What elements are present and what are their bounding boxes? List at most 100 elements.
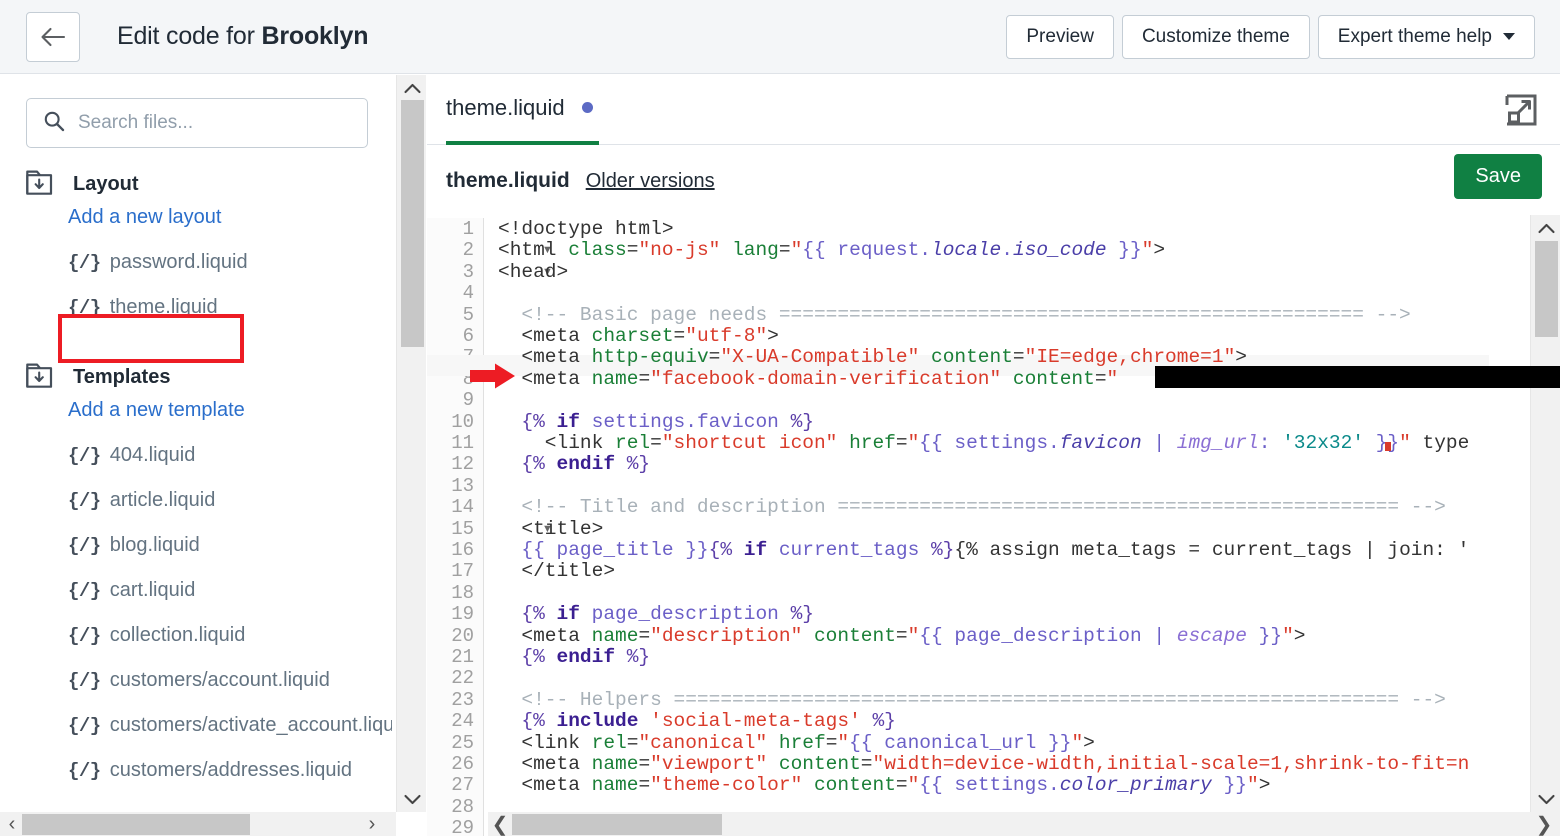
editor-horizontal-scrollbar[interactable]: ❮ ❯	[488, 812, 1560, 836]
redaction-bar	[1155, 366, 1560, 388]
chevron-down-icon[interactable]	[397, 786, 427, 812]
file-item-theme-liquid[interactable]: {/} theme.liquid	[68, 296, 392, 341]
code-line[interactable]: <!-- Title and description =============…	[498, 496, 1445, 518]
sidebar-vertical-scrollbar[interactable]	[396, 75, 426, 812]
editor-vertical-scrollbar[interactable]	[1530, 215, 1560, 812]
chevron-down-icon	[1503, 33, 1515, 40]
add-new-template-link[interactable]: Add a new template	[68, 399, 392, 444]
line-number: 2	[462, 239, 474, 262]
code-line[interactable]: <meta name="facebook-domain-verification…	[498, 368, 1118, 390]
code-line[interactable]: {% endif %}	[498, 646, 650, 668]
line-number: 19	[451, 603, 474, 626]
preview-button-label: Preview	[1026, 25, 1094, 47]
folder-group-layout[interactable]: Layout	[26, 169, 392, 200]
sidebar-horizontal-scrollbar[interactable]: ‹ ›	[0, 812, 396, 836]
liquid-file-icon: {/}	[68, 580, 101, 602]
file-item-cart-liquid[interactable]: {/} cart.liquid	[68, 579, 392, 624]
expand-maximize-icon[interactable]	[1504, 93, 1538, 132]
folder-group-templates[interactable]: Templates	[26, 362, 392, 393]
code-line[interactable]: <!-- Helpers ===========================…	[498, 689, 1445, 711]
unsaved-changes-dot-icon	[581, 102, 593, 113]
line-number: 25	[451, 731, 474, 754]
editor-filebar: theme.liquid Older versions Save	[427, 145, 1560, 217]
liquid-file-icon: {/}	[68, 670, 101, 692]
code-area[interactable]: 1234567891011121314151617181920212223242…	[427, 218, 1560, 836]
file-name: customers/account.liquid	[109, 669, 330, 691]
code-line[interactable]: <!-- Basic page needs ==================…	[498, 304, 1410, 326]
save-button[interactable]: Save	[1454, 154, 1542, 199]
line-number: 16	[451, 539, 474, 561]
chevron-right-icon[interactable]: ❯	[1532, 812, 1556, 836]
liquid-file-icon: {/}	[68, 490, 101, 512]
preview-button[interactable]: Preview	[1006, 14, 1114, 59]
older-versions-link[interactable]: Older versions	[586, 170, 715, 193]
file-item-blog-liquid[interactable]: {/} blog.liquid	[68, 534, 392, 579]
code-fold-column: ▼ ▼ ▼	[484, 218, 553, 836]
sidebar-scroll-thumb[interactable]	[401, 100, 424, 347]
code-line[interactable]: {% include 'social-meta-tags' %}	[498, 710, 895, 732]
file-item-404-liquid[interactable]: {/} 404.liquid	[68, 444, 392, 489]
editor-scroll-thumb[interactable]	[1535, 241, 1558, 337]
arrow-left-icon	[40, 27, 66, 47]
line-number: 11	[451, 432, 474, 454]
line-number: 29	[451, 817, 474, 836]
code-line[interactable]: <title>	[498, 518, 603, 540]
line-number: 22	[451, 667, 474, 690]
folder-label-templates: Templates	[73, 366, 171, 388]
sidebar-hscroll-thumb[interactable]	[22, 814, 250, 835]
file-item-article-liquid[interactable]: {/} article.liquid	[68, 489, 392, 534]
file-item-collection-liquid[interactable]: {/} collection.liquid	[68, 624, 392, 669]
file-name: 404.liquid	[109, 444, 196, 466]
code-line[interactable]: <meta name="description" content="{{ pag…	[498, 625, 1305, 647]
customize-theme-button[interactable]: Customize theme	[1121, 14, 1310, 59]
page-title-theme: Brooklyn	[261, 22, 369, 50]
code-line[interactable]: <meta http-equiv="X-UA-Compatible" conte…	[498, 346, 1247, 368]
chevron-left-icon[interactable]: ❮	[488, 812, 512, 836]
chevron-right-icon[interactable]: ›	[360, 812, 384, 836]
back-button[interactable]	[26, 11, 80, 62]
line-number: 17	[451, 560, 474, 583]
code-line[interactable]: <!doctype html>	[498, 218, 674, 240]
code-line[interactable]: <meta name="theme-color" content="{{ set…	[498, 774, 1270, 796]
line-number: 10	[451, 410, 474, 433]
code-line[interactable]: {{ page_title }}{% if current_tags %}{% …	[498, 539, 1469, 561]
file-item-customers-account-liquid[interactable]: {/} customers/account.liquid	[68, 669, 392, 714]
line-number: 12	[451, 453, 474, 476]
chevron-down-icon[interactable]	[1531, 786, 1560, 812]
editor-hscroll-thumb[interactable]	[512, 814, 722, 835]
code-line[interactable]: {% if settings.favicon %}	[498, 411, 814, 433]
code-line[interactable]: <meta name="viewport" content="width=dev…	[498, 753, 1469, 775]
code-line[interactable]: {% if page_description %}	[498, 603, 814, 625]
tab-label: theme.liquid	[446, 94, 565, 120]
code-line[interactable]: {% endif %}	[498, 454, 650, 475]
code-content[interactable]: <!doctype html> <html class="no-js" lang=…	[498, 218, 1560, 836]
topbar-actions: Preview Customize theme Expert theme hel…	[1006, 14, 1535, 59]
expert-theme-help-button-label: Expert theme help	[1337, 25, 1492, 47]
liquid-file-icon: {/}	[68, 445, 101, 467]
liquid-file-icon: {/}	[68, 715, 101, 737]
file-item-customers-activate-account-liquid[interactable]: {/} customers/activate_account.liquid	[68, 714, 392, 759]
file-item-customers-addresses-liquid[interactable]: {/} customers/addresses.liquid	[68, 759, 392, 804]
expert-theme-help-button[interactable]: Expert theme help	[1317, 14, 1535, 59]
folder-download-icon	[26, 169, 56, 200]
tab-theme-liquid[interactable]: theme.liquid	[446, 75, 599, 145]
line-number: 13	[451, 474, 474, 497]
chevron-up-icon[interactable]	[397, 75, 427, 101]
add-new-layout-link[interactable]: Add a new layout	[68, 206, 392, 251]
search-box[interactable]	[26, 98, 368, 148]
code-line[interactable]: <html class="no-js" lang="{{ request.loc…	[498, 239, 1165, 261]
line-number: 6	[462, 325, 474, 347]
chevron-left-icon[interactable]: ‹	[0, 812, 24, 836]
line-number: 5	[462, 303, 474, 326]
code-editor-panel: theme.liquid theme.liquid Older versions…	[427, 75, 1560, 836]
search-icon	[27, 110, 65, 137]
code-line[interactable]: <link rel="canonical" href="{{ canonical…	[498, 732, 1094, 754]
file-item-password-liquid[interactable]: {/} password.liquid	[68, 251, 392, 296]
line-number: 28	[451, 795, 474, 818]
code-line[interactable]: <meta charset="utf-8">	[498, 325, 778, 347]
search-input[interactable]	[76, 111, 356, 135]
chevron-up-icon[interactable]	[1531, 215, 1560, 241]
code-line[interactable]: <head>	[498, 261, 568, 283]
code-line[interactable]: </title>	[498, 560, 615, 582]
code-line[interactable]: <link rel="shortcut icon" href="{{ setti…	[498, 432, 1470, 454]
